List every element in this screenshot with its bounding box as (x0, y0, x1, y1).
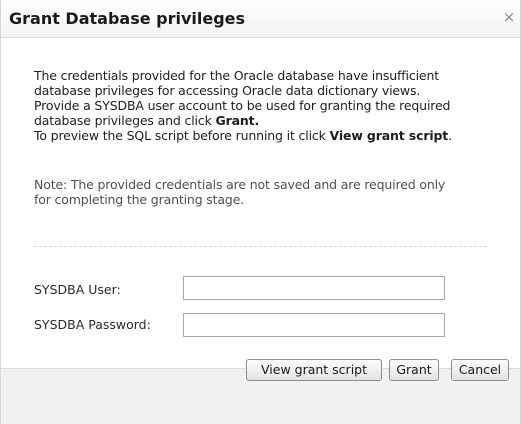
note-line: for completing the granting stage. (34, 192, 245, 207)
note-line: Note: The provided credentials are not s… (34, 177, 446, 192)
dialog-titlebar: Grant Database privileges × (1, 0, 520, 38)
message-text: To preview the SQL script before running… (34, 128, 330, 143)
view-grant-script-button[interactable]: View grant script (246, 359, 382, 381)
note-message: Note: The provided credentials are not s… (34, 177, 504, 207)
sysdba-user-label: SYSDBA User: (34, 282, 121, 297)
grant-button[interactable]: Grant (389, 359, 439, 381)
sysdba-password-label: SYSDBA Password: (34, 317, 151, 332)
message-line: Provide a SYSDBA user account to be used… (34, 98, 451, 113)
view-script-emphasis: View grant script (329, 128, 449, 143)
message-text: database privileges and click (34, 113, 216, 128)
message-line: database privileges and click Grant. (34, 113, 504, 128)
sysdba-user-input[interactable] (183, 276, 445, 300)
grant-emphasis: Grant. (215, 113, 260, 128)
grant-privileges-dialog: Grant Database privileges × The credenti… (0, 0, 521, 424)
dialog-title: Grant Database privileges (9, 9, 246, 28)
sysdba-password-input[interactable] (183, 313, 445, 337)
dashed-divider (34, 246, 487, 247)
message-line: To preview the SQL script before running… (34, 128, 504, 143)
message-line: The credentials provided for the Oracle … (34, 68, 439, 83)
message-line: database privileges for accessing Oracle… (34, 83, 421, 98)
cancel-button[interactable]: Cancel (451, 359, 509, 381)
message-text: . (448, 128, 452, 143)
close-icon[interactable]: × (501, 9, 517, 25)
instruction-message: The credentials provided for the Oracle … (34, 68, 504, 143)
